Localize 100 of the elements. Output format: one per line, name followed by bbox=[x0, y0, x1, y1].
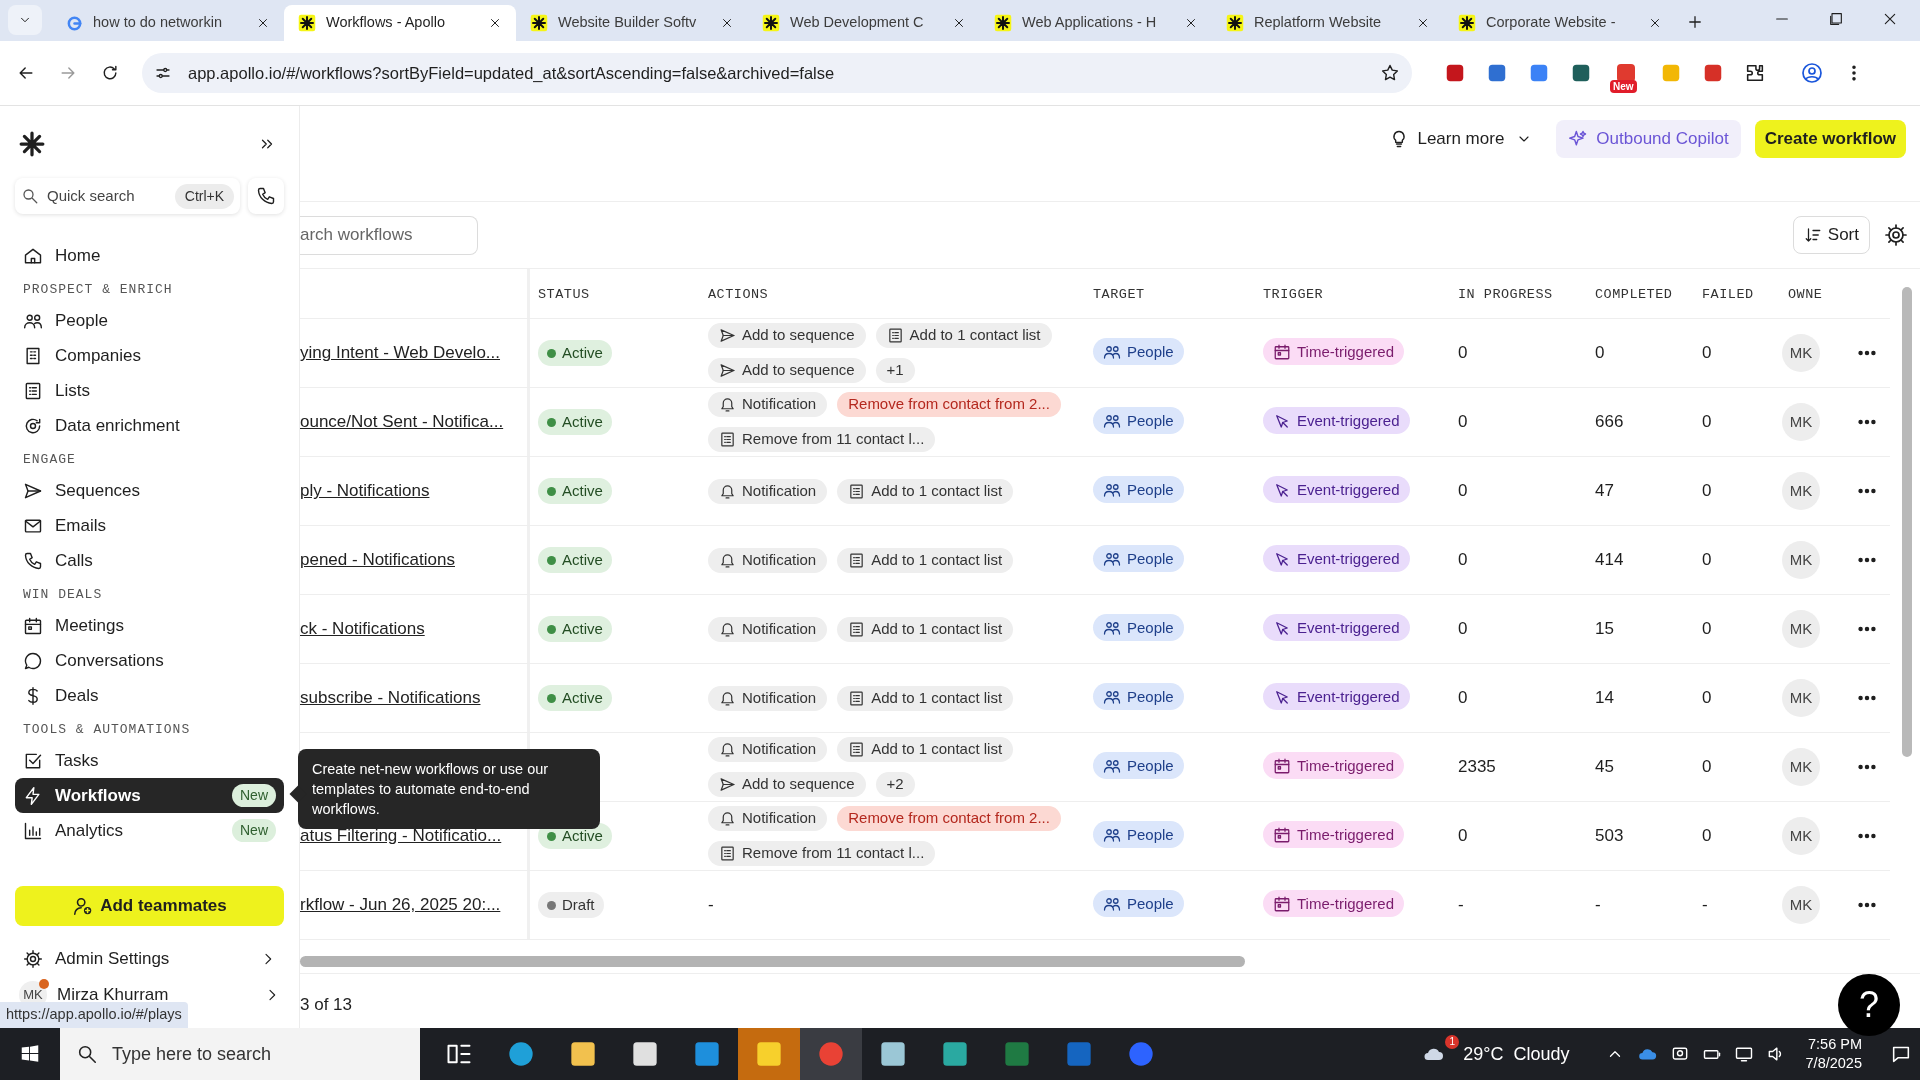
horizontal-scrollbar-thumb[interactable] bbox=[300, 956, 1245, 967]
close-icon[interactable] bbox=[1416, 16, 1430, 30]
browser-tab[interactable]: Web Development C bbox=[748, 5, 980, 41]
new-tab-icon[interactable] bbox=[1686, 13, 1704, 31]
browser-tab[interactable]: Corporate Website - bbox=[1444, 5, 1676, 41]
owner-avatar: MK bbox=[1782, 610, 1820, 648]
list-icon bbox=[848, 620, 866, 638]
workflow-name-link[interactable]: rkflow - Jun 26, 2025 20:... bbox=[300, 892, 501, 918]
link-preview-tooltip: https://app.apollo.io/#/plays bbox=[0, 1002, 188, 1028]
nav-item[interactable]: Tasks bbox=[15, 743, 284, 778]
action-tag: Add to 1 contact list bbox=[837, 547, 1014, 573]
address-bar[interactable]: app.apollo.io/#/workflows?sortByField=updated_at&sortAscending=false&archived=false bbox=[142, 53, 1412, 93]
close-icon[interactable] bbox=[256, 16, 270, 30]
nav-item[interactable]: Data enrichment bbox=[15, 408, 284, 443]
workflow-name-link[interactable]: ck - Notifications bbox=[300, 616, 425, 642]
nav-item[interactable]: Companies bbox=[15, 338, 284, 373]
admin-settings-link[interactable]: Admin Settings bbox=[15, 942, 284, 976]
action-tag: Add to 1 contact list bbox=[837, 616, 1014, 642]
status-badge: Draft bbox=[538, 892, 604, 918]
owner-avatar: MK bbox=[1782, 886, 1820, 924]
taskbar-search-placeholder: Type here to search bbox=[112, 1042, 272, 1066]
browser-tab[interactable]: how to do networkin bbox=[52, 5, 284, 41]
nav-item[interactable]: Analytics New bbox=[15, 813, 284, 848]
nav-item[interactable]: Lists bbox=[15, 373, 284, 408]
workflow-name-link[interactable]: pened - Notifications bbox=[300, 547, 455, 573]
profile-icon[interactable] bbox=[1800, 61, 1824, 85]
close-icon[interactable] bbox=[488, 16, 502, 30]
browser-tab[interactable]: Website Builder Softv bbox=[516, 5, 748, 41]
trigger-tag: Event-triggered bbox=[1263, 407, 1410, 435]
windows-start-icon[interactable] bbox=[19, 1043, 41, 1065]
action-tag: Notification bbox=[708, 478, 828, 504]
browser-tab[interactable]: Workflows - Apollo bbox=[284, 5, 516, 41]
workflow-name-link[interactable]: subscribe - Notifications bbox=[300, 685, 481, 711]
network-icon[interactable] bbox=[1733, 1044, 1754, 1064]
owner-avatar: MK bbox=[1782, 472, 1820, 510]
browser-tab[interactable]: Web Applications - H bbox=[980, 5, 1212, 41]
bar-chart-icon bbox=[23, 820, 43, 841]
action-tag: Remove from contact from 2... bbox=[837, 392, 1061, 417]
weather-text: 29°C Cloudy bbox=[1463, 1042, 1570, 1066]
workflow-name-link[interactable]: ying Intent - Web Develo... bbox=[300, 340, 500, 366]
nav-item[interactable]: Sequences bbox=[15, 473, 284, 508]
browser-tab[interactable]: Replatform Website bbox=[1212, 5, 1444, 41]
sort-button[interactable]: Sort bbox=[1792, 216, 1870, 254]
quick-search-field[interactable]: Quick search Ctrl+K bbox=[15, 178, 241, 214]
column-header: COMPLETED bbox=[1595, 287, 1673, 303]
trigger-tag: Time-triggered bbox=[1263, 752, 1404, 780]
call-button[interactable] bbox=[248, 178, 284, 214]
tab-title: Website Builder Softv bbox=[558, 13, 698, 33]
column-header: STATUS bbox=[538, 287, 590, 303]
app-icon[interactable] bbox=[879, 1040, 907, 1068]
table-cell: 503 bbox=[1595, 826, 1624, 846]
settings-icon[interactable] bbox=[1884, 223, 1908, 247]
owner-avatar: MK bbox=[1782, 679, 1820, 717]
close-icon[interactable] bbox=[952, 16, 966, 30]
action-tag: Notification bbox=[708, 392, 828, 417]
close-icon[interactable] bbox=[1648, 16, 1662, 30]
action-tag: Add to 1 contact list bbox=[875, 323, 1052, 348]
action-tag: Add to 1 contact list bbox=[837, 478, 1014, 504]
nav-item[interactable]: Meetings bbox=[15, 608, 284, 643]
owner-avatar: MK bbox=[1782, 541, 1820, 579]
clock-time[interactable]: 7:56 PM bbox=[1808, 1035, 1862, 1054]
workflow-name-link[interactable]: ply - Notifications bbox=[300, 478, 430, 504]
action-tag: Notification bbox=[708, 685, 828, 711]
calendar-icon bbox=[23, 615, 43, 636]
sort-icon bbox=[1803, 226, 1822, 244]
nav-item[interactable]: Conversations bbox=[15, 643, 284, 678]
extensions-icon[interactable] bbox=[1744, 62, 1766, 84]
section-label: WIN DEALS bbox=[22, 585, 104, 604]
vertical-scrollbar-thumb[interactable] bbox=[1902, 287, 1912, 757]
learn-more-button[interactable]: Learn more bbox=[1379, 120, 1543, 158]
nav-item[interactable]: Home bbox=[15, 238, 284, 273]
workflow-name-link[interactable]: ounce/Not Sent - Notifica... bbox=[300, 409, 504, 435]
apollo-logo-icon bbox=[19, 131, 45, 157]
outbound-copilot-button[interactable]: Outbound Copilot bbox=[1556, 120, 1741, 158]
nav-item[interactable]: Emails bbox=[15, 508, 284, 543]
apollo-favicon-icon bbox=[1226, 14, 1244, 32]
app-icon[interactable] bbox=[941, 1040, 969, 1068]
nav-item[interactable]: Workflows New bbox=[15, 778, 284, 813]
close-icon[interactable] bbox=[1184, 16, 1198, 30]
list-icon bbox=[848, 482, 866, 500]
clock-date[interactable]: 7/8/2025 bbox=[1805, 1054, 1862, 1073]
nav-item[interactable]: Deals bbox=[15, 678, 284, 713]
action-tag: Notification bbox=[708, 806, 828, 831]
add-teammates-button[interactable]: Add teammates bbox=[15, 886, 284, 926]
tab-title: Replatform Website bbox=[1254, 13, 1383, 33]
restore-icon[interactable] bbox=[1828, 10, 1844, 27]
search-field[interactable]: arch workflows bbox=[300, 215, 478, 255]
taskbar-search-field[interactable]: Type here to search bbox=[60, 1028, 420, 1080]
nav-item[interactable]: Calls bbox=[15, 543, 284, 578]
list-icon bbox=[719, 431, 736, 448]
nav-item[interactable]: People bbox=[15, 303, 284, 338]
create-workflow-button[interactable]: Create workflow bbox=[1754, 120, 1906, 158]
close-icon[interactable] bbox=[720, 16, 734, 30]
help-button[interactable]: ? bbox=[1838, 974, 1900, 1036]
action-tag: Add to 1 contact list bbox=[837, 685, 1014, 711]
column-header: FAILED bbox=[1702, 287, 1754, 303]
url-text: app.apollo.io/#/workflows?sortByField=updated_at&sortAscending=false&archived=false bbox=[188, 62, 836, 84]
send-icon bbox=[719, 362, 736, 379]
column-header: ACTIONS bbox=[708, 287, 769, 303]
bookmark-star-icon[interactable] bbox=[1380, 63, 1400, 83]
